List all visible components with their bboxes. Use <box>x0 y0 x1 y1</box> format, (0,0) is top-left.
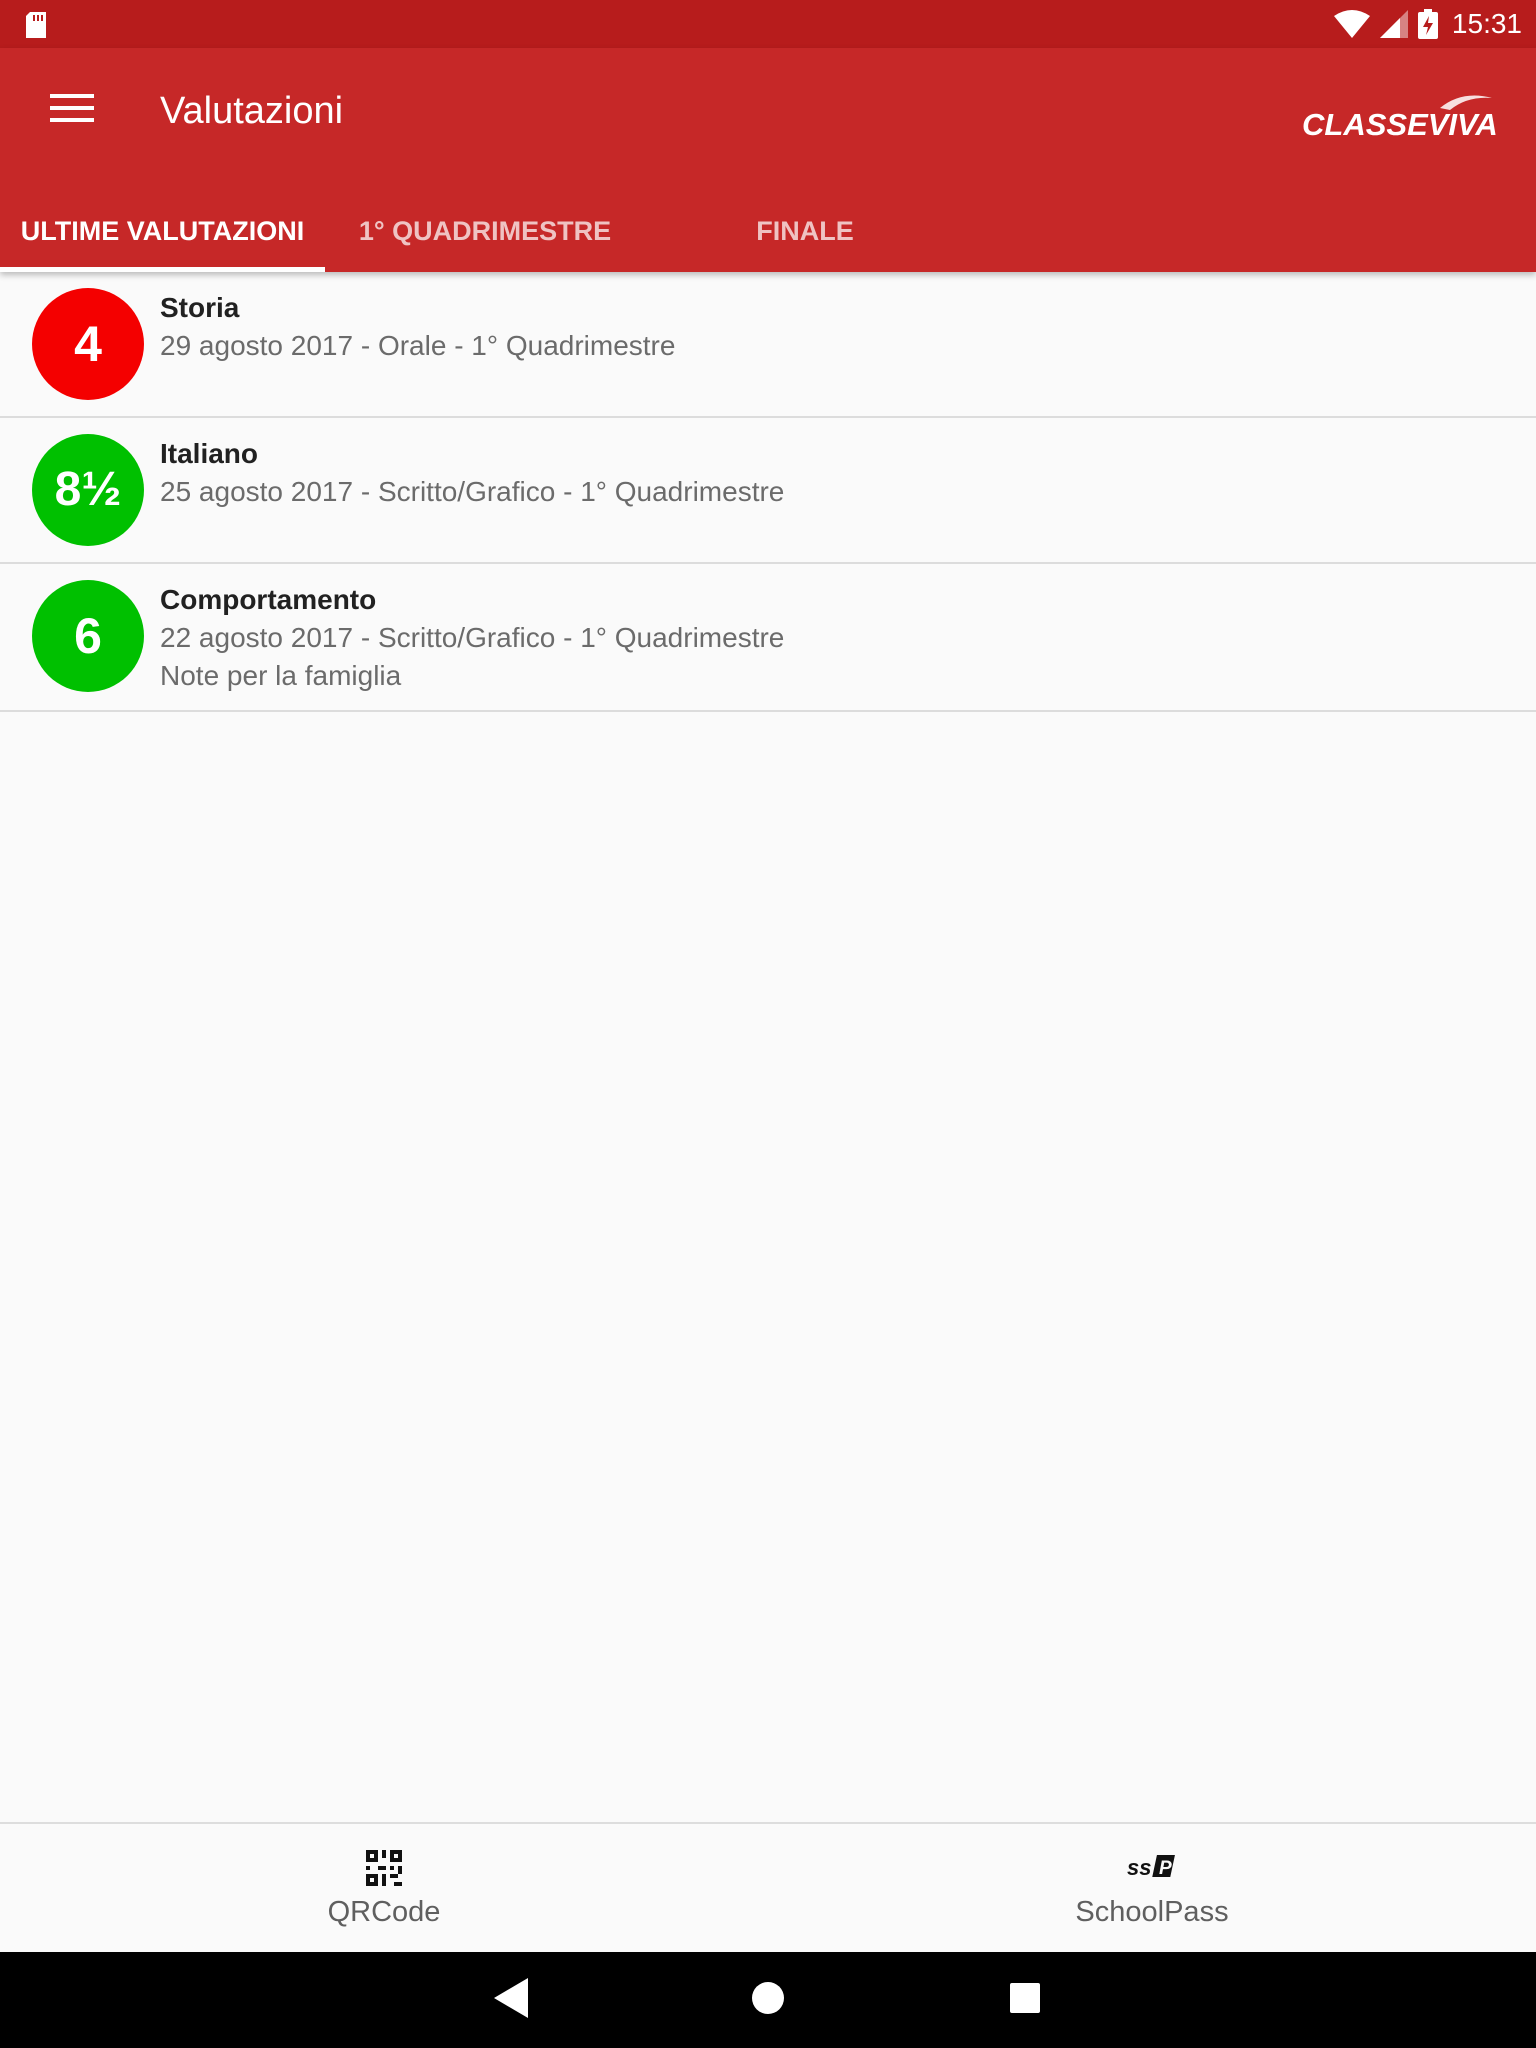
grade-row-storia[interactable]: 4 Storia 29 agosto 2017 - Orale - 1° Qua… <box>0 272 1536 418</box>
battery-charging-icon <box>1417 9 1438 39</box>
tab-label: 1° QUADRIMESTRE <box>358 216 612 246</box>
signal-icon <box>1379 10 1408 38</box>
subject-name: Italiano <box>160 438 259 469</box>
grade-detail: 25 agosto 2017 - Scritto/Grafico - 1° Qu… <box>160 476 785 507</box>
svg-text:ss: ss <box>1127 1855 1151 1880</box>
grade-note: Note per la famiglia <box>160 660 402 691</box>
status-bar: 15:31 <box>0 0 1536 48</box>
wifi-icon <box>1333 10 1370 38</box>
qrcode-icon <box>366 1850 402 1886</box>
svg-text:P: P <box>1159 1858 1172 1879</box>
grade-row-italiano[interactable]: 8½ Italiano 25 agosto 2017 - Scritto/Gra… <box>0 418 1536 564</box>
grade-detail: 29 agosto 2017 - Orale - 1° Quadrimestre <box>160 330 676 361</box>
tab-finale[interactable]: FINALE <box>645 208 965 272</box>
schoolpass-icon: ss P <box>1127 1855 1175 1880</box>
schoolpass-button[interactable]: ss P SchoolPass <box>768 1824 1536 1954</box>
app-bar: Valutazioni CLASSEVIVA ULTIME VALUTAZION… <box>0 48 1536 272</box>
logo-text: CLASSEVIVA <box>1302 107 1498 142</box>
grade-badge: 4 <box>32 288 144 400</box>
schoolpass-label: SchoolPass <box>1075 1896 1229 1928</box>
grade-row-comportamento[interactable]: 6 Comportamento 22 agosto 2017 - Scritto… <box>0 564 1536 712</box>
tab-label: FINALE <box>756 216 854 246</box>
back-icon[interactable] <box>494 1978 528 2018</box>
system-navigation-bar <box>0 1952 1536 2048</box>
subject-name: Storia <box>160 292 240 323</box>
grade-detail: 22 agosto 2017 - Scritto/Grafico - 1° Qu… <box>160 622 785 653</box>
grade-badge: 6 <box>32 580 144 692</box>
qrcode-label: QRCode <box>327 1896 441 1928</box>
grades-list: 4 Storia 29 agosto 2017 - Orale - 1° Qua… <box>0 272 1536 712</box>
clock: 15:31 <box>1451 8 1522 39</box>
home-icon[interactable] <box>751 1978 785 2018</box>
tab-bar: ULTIME VALUTAZIONI 1° QUADRIMESTRE FINAL… <box>0 208 1536 272</box>
classeviva-logo: CLASSEVIVA <box>1302 95 1498 142</box>
recents-icon[interactable] <box>1008 1978 1042 2018</box>
subject-name: Comportamento <box>160 584 377 615</box>
menu-icon[interactable] <box>50 94 94 130</box>
page-title: Valutazioni <box>160 90 344 132</box>
grade-badge: 8½ <box>32 434 144 546</box>
sd-card-icon <box>26 12 46 38</box>
tab-ultime-valutazioni[interactable]: ULTIME VALUTAZIONI <box>0 208 325 272</box>
qrcode-button[interactable]: QRCode <box>0 1824 768 1954</box>
tab-label: ULTIME VALUTAZIONI <box>20 216 305 246</box>
bottom-navigation: QRCode ss P SchoolPass <box>0 1822 1536 1954</box>
tab-1-quadrimestre[interactable]: 1° QUADRIMESTRE <box>325 208 645 272</box>
